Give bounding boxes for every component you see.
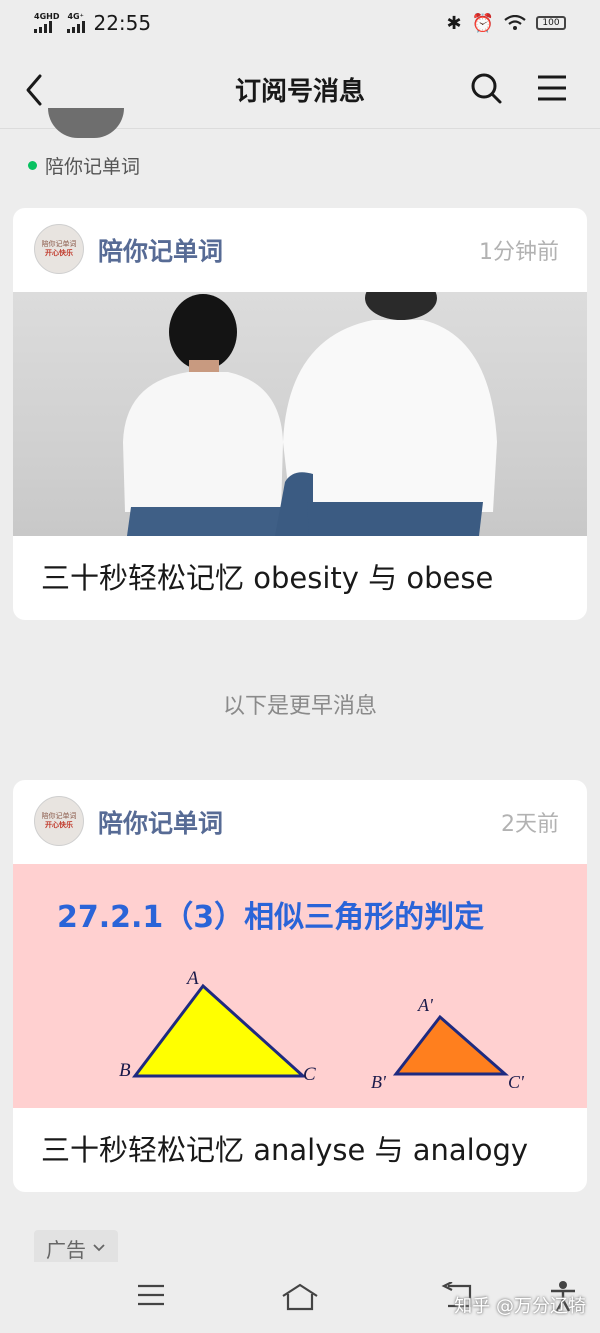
battery-icon: 100 xyxy=(536,16,566,30)
wifi-icon xyxy=(504,15,526,30)
account-avatar[interactable]: 陪你记单词 开心快乐 xyxy=(34,224,84,274)
avatar-text-bottom: 开心快乐 xyxy=(45,821,73,829)
profile-name-row[interactable]: 陪你记单词 xyxy=(28,152,140,179)
article-title[interactable]: 三十秒轻松记忆 obesity 与 obese xyxy=(13,536,587,620)
signal-bars-icon xyxy=(34,21,59,33)
triangles-diagram: A B C A' B' C' xyxy=(119,968,525,1092)
message-card[interactable]: 陪你记单词 开心快乐 陪你记单词 1分钟前 三十秒轻松记忆 obesity 与 … xyxy=(13,208,587,620)
status-bar: 4GHD 4G⁺ 22:55 ✱ ⏰ 100 xyxy=(0,0,600,46)
vertex-label-b-prime: B' xyxy=(371,1072,387,1092)
chevron-down-icon xyxy=(93,1244,105,1252)
account-avatar[interactable]: 陪你记单词 开心快乐 xyxy=(34,796,84,846)
menu-icon[interactable] xyxy=(536,72,568,104)
network-2-label: 4G⁺ xyxy=(67,12,84,21)
signal-bars-icon xyxy=(67,21,86,33)
status-time: 22:55 xyxy=(93,11,152,35)
message-time: 2天前 xyxy=(501,812,559,837)
status-right: ✱ ⏰ 100 xyxy=(446,13,566,34)
signal-2: 4G⁺ xyxy=(67,12,86,33)
bluetooth-icon: ✱ xyxy=(446,12,462,34)
avatar-text-bottom: 开心快乐 xyxy=(45,249,73,257)
card-header: 陪你记单词 开心快乐 陪你记单词 2天前 xyxy=(13,780,587,864)
vertex-label-a-prime: A' xyxy=(417,995,434,1015)
photo-illustration xyxy=(123,292,497,536)
vertex-label-c: C xyxy=(303,1064,316,1085)
article-cover-image[interactable]: 27.2.1（3）相似三角形的判定 A B C A' B' C' xyxy=(13,864,587,1108)
battery-level: 100 xyxy=(542,18,560,28)
watermark: 知乎 @万分辽犄 xyxy=(454,1296,586,1317)
search-icon[interactable] xyxy=(468,70,504,106)
earlier-messages-divider: 以下是更早消息 xyxy=(222,694,377,719)
home-icon[interactable] xyxy=(280,1282,320,1312)
alarm-icon: ⏰ xyxy=(471,12,494,34)
profile-avatar[interactable] xyxy=(48,108,124,138)
profile-name: 陪你记单词 xyxy=(45,156,141,178)
article-title[interactable]: 三十秒轻松记忆 analyse 与 analogy xyxy=(13,1108,587,1192)
message-card[interactable]: 陪你记单词 开心快乐 陪你记单词 2天前 27.2.1（3）相似三角形的判定 A… xyxy=(13,780,587,1192)
ad-tag[interactable]: 广告 xyxy=(34,1230,118,1266)
chevron-left-icon[interactable] xyxy=(20,70,50,110)
avatar-text-top: 陪你记单词 xyxy=(41,240,77,248)
vertex-label-b: B xyxy=(119,1060,131,1081)
status-left: 4GHD 4G⁺ 22:55 xyxy=(34,11,151,35)
vertex-label-a: A xyxy=(185,968,199,989)
ad-label: 广告 xyxy=(46,1237,86,1262)
signal-1: 4GHD xyxy=(34,13,59,33)
online-dot-icon xyxy=(28,161,37,170)
vertex-label-c-prime: C' xyxy=(508,1072,525,1092)
menu-icon[interactable] xyxy=(136,1282,166,1308)
page-title: 订阅号消息 xyxy=(234,76,365,107)
card-header: 陪你记单词 开心快乐 陪你记单词 1分钟前 xyxy=(13,208,587,292)
account-name[interactable]: 陪你记单词 xyxy=(98,804,223,840)
avatar-text-top: 陪你记单词 xyxy=(41,812,77,820)
message-time: 1分钟前 xyxy=(479,240,559,265)
article-cover-image[interactable] xyxy=(13,292,587,536)
network-1-label: 4GHD xyxy=(34,12,60,21)
account-name[interactable]: 陪你记单词 xyxy=(98,232,223,268)
